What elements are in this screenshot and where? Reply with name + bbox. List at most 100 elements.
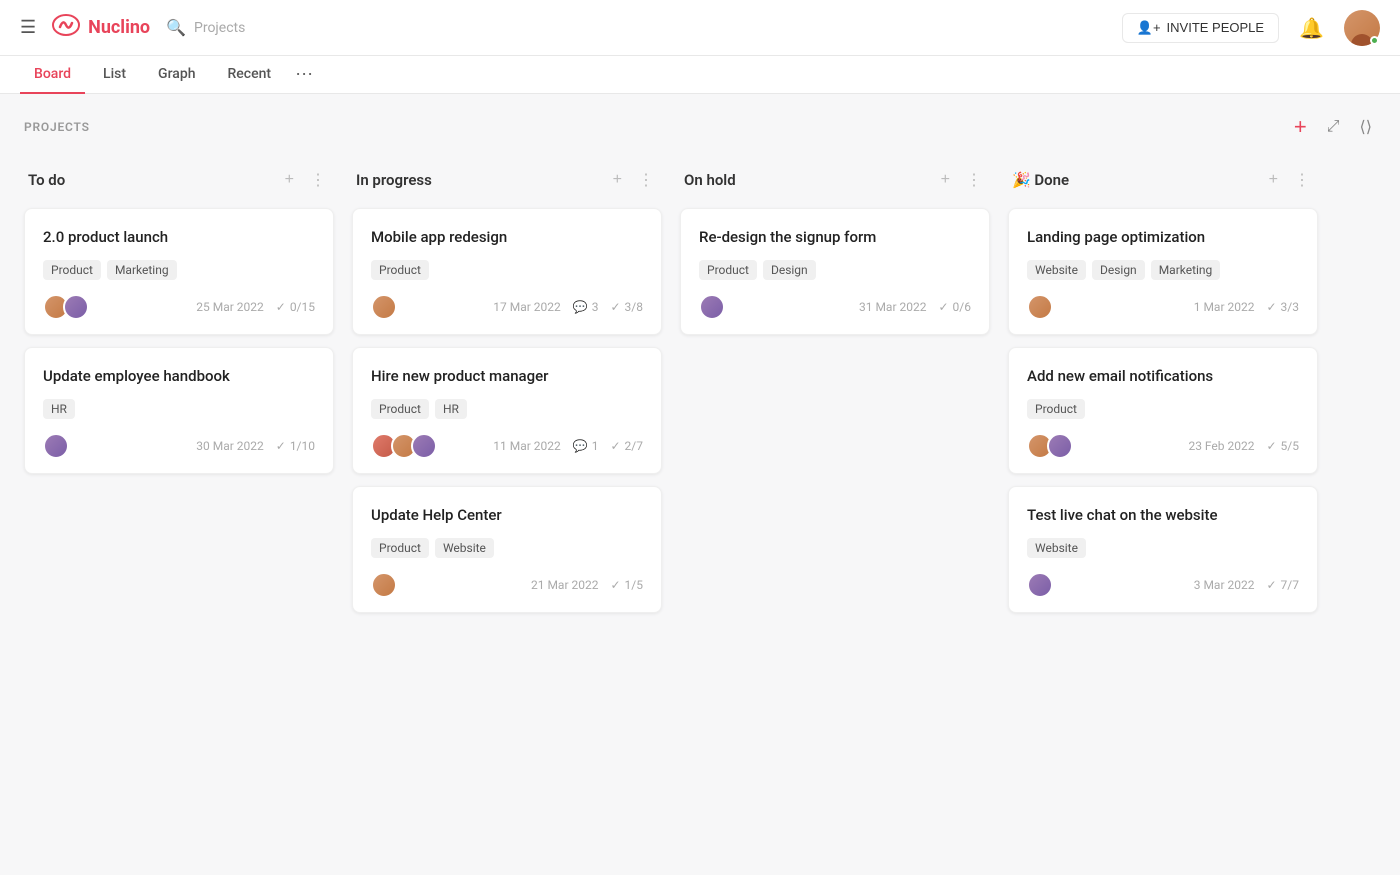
column-actions-todo: + ⋮ bbox=[281, 168, 330, 192]
add-card-todo[interactable]: + bbox=[281, 169, 298, 191]
card-footer: 11 Mar 2022 💬 1 ✓ 2/7 bbox=[371, 433, 643, 459]
more-inprogress[interactable]: ⋮ bbox=[634, 168, 658, 192]
card-email-notifications[interactable]: Add new email notifications Product 23 F… bbox=[1008, 347, 1318, 474]
check-icon: ✓ bbox=[610, 439, 620, 453]
card-tags: Product bbox=[1027, 399, 1299, 419]
invite-button[interactable]: 👤+ INVITE PEOPLE bbox=[1122, 13, 1279, 43]
card-landing-page[interactable]: Landing page optimization Website Design… bbox=[1008, 208, 1318, 335]
card-employee-handbook[interactable]: Update employee handbook HR 30 Mar 2022 … bbox=[24, 347, 334, 474]
board-action-group: + ⤢ ⟨⟩ bbox=[1290, 110, 1376, 144]
card-avatars bbox=[43, 294, 89, 320]
card-footer: 3 Mar 2022 ✓ 7/7 bbox=[1027, 572, 1299, 598]
logo-icon bbox=[52, 11, 80, 45]
tag-product: Product bbox=[371, 538, 429, 558]
card-date: 1 Mar 2022 bbox=[1194, 300, 1255, 314]
invite-label: INVITE PEOPLE bbox=[1167, 20, 1265, 35]
card-date: 21 Mar 2022 bbox=[531, 578, 599, 592]
card-meta: 25 Mar 2022 ✓ 0/15 bbox=[196, 300, 315, 314]
column-header-done: 🎉 Done + ⋮ bbox=[1008, 160, 1318, 200]
logo[interactable]: Nuclino bbox=[52, 11, 150, 45]
avatar bbox=[63, 294, 89, 320]
card-date: 11 Mar 2022 bbox=[493, 439, 561, 453]
card-check: ✓ 0/15 bbox=[276, 300, 315, 314]
board-header: PROJECTS + ⤢ ⟨⟩ bbox=[0, 94, 1400, 152]
tab-list[interactable]: List bbox=[89, 56, 140, 94]
card-mobile-redesign[interactable]: Mobile app redesign Product 17 Mar 2022 … bbox=[352, 208, 662, 335]
online-indicator bbox=[1370, 36, 1379, 45]
column-header-inprogress: In progress + ⋮ bbox=[352, 160, 662, 200]
card-avatars bbox=[1027, 572, 1053, 598]
avatar bbox=[699, 294, 725, 320]
collapse-button[interactable]: ⟨⟩ bbox=[1356, 113, 1376, 141]
tab-more-icon[interactable]: ⋯ bbox=[289, 56, 319, 93]
tab-graph[interactable]: Graph bbox=[144, 56, 209, 94]
tag-website: Website bbox=[435, 538, 494, 558]
card-footer: 1 Mar 2022 ✓ 3/3 bbox=[1027, 294, 1299, 320]
user-avatar-wrap[interactable] bbox=[1344, 10, 1380, 46]
column-onhold: On hold + ⋮ Re-design the signup form Pr… bbox=[680, 160, 990, 347]
expand-button[interactable]: ⤢ bbox=[1323, 114, 1344, 140]
card-title: Test live chat on the website bbox=[1027, 505, 1299, 526]
comment-icon: 💬 bbox=[573, 300, 588, 314]
check-icon: ✓ bbox=[1266, 300, 1276, 314]
card-avatars bbox=[1027, 433, 1073, 459]
card-date: 30 Mar 2022 bbox=[196, 439, 264, 453]
more-todo[interactable]: ⋮ bbox=[306, 168, 330, 192]
add-card-done[interactable]: + bbox=[1265, 169, 1282, 191]
card-hire-pm[interactable]: Hire new product manager Product HR 11 M… bbox=[352, 347, 662, 474]
more-done[interactable]: ⋮ bbox=[1290, 168, 1314, 192]
bell-icon[interactable]: 🔔 bbox=[1299, 16, 1324, 40]
board-columns: To do + ⋮ 2.0 product launch Product Mar… bbox=[0, 152, 1400, 649]
tag-marketing: Marketing bbox=[107, 260, 177, 280]
more-onhold[interactable]: ⋮ bbox=[962, 168, 986, 192]
card-product-launch[interactable]: 2.0 product launch Product Marketing 25 … bbox=[24, 208, 334, 335]
column-title-inprogress: In progress bbox=[356, 171, 432, 189]
card-avatars bbox=[371, 572, 397, 598]
search-text: Projects bbox=[194, 20, 245, 36]
add-card-inprogress[interactable]: + bbox=[609, 169, 626, 191]
avatar bbox=[371, 572, 397, 598]
avatar bbox=[1027, 294, 1053, 320]
card-check: ✓ 0/6 bbox=[938, 300, 971, 314]
column-done: 🎉 Done + ⋮ Landing page optimization Web… bbox=[1008, 160, 1318, 625]
tab-recent[interactable]: Recent bbox=[213, 56, 285, 94]
card-check: ✓ 5/5 bbox=[1266, 439, 1299, 453]
card-title: Update Help Center bbox=[371, 505, 643, 526]
card-date: 31 Mar 2022 bbox=[859, 300, 927, 314]
check-icon: ✓ bbox=[276, 439, 286, 453]
card-tags: Product bbox=[371, 260, 643, 280]
tag-design: Design bbox=[1092, 260, 1145, 280]
tag-hr: HR bbox=[43, 399, 75, 419]
card-tags: HR bbox=[43, 399, 315, 419]
card-footer: 31 Mar 2022 ✓ 0/6 bbox=[699, 294, 971, 320]
add-column-button[interactable]: + bbox=[1290, 110, 1311, 144]
tag-website: Website bbox=[1027, 260, 1086, 280]
card-check: ✓ 7/7 bbox=[1266, 578, 1299, 592]
card-check: ✓ 1/5 bbox=[610, 578, 643, 592]
column-title-done: 🎉 Done bbox=[1012, 171, 1069, 189]
card-signup-form[interactable]: Re-design the signup form Product Design… bbox=[680, 208, 990, 335]
tag-product: Product bbox=[371, 260, 429, 280]
card-avatars bbox=[43, 433, 69, 459]
card-meta: 21 Mar 2022 ✓ 1/5 bbox=[531, 578, 643, 592]
card-avatars bbox=[371, 294, 397, 320]
card-live-chat[interactable]: Test live chat on the website Website 3 … bbox=[1008, 486, 1318, 613]
card-check: ✓ 1/10 bbox=[276, 439, 315, 453]
card-date: 17 Mar 2022 bbox=[493, 300, 561, 314]
person-add-icon: 👤+ bbox=[1137, 20, 1161, 36]
avatar bbox=[1047, 433, 1073, 459]
add-card-onhold[interactable]: + bbox=[937, 169, 954, 191]
card-date: 25 Mar 2022 bbox=[196, 300, 264, 314]
card-footer: 21 Mar 2022 ✓ 1/5 bbox=[371, 572, 643, 598]
card-comment: 💬 3 bbox=[573, 300, 599, 314]
search-bar[interactable]: 🔍 Projects bbox=[166, 18, 245, 37]
card-date: 3 Mar 2022 bbox=[1194, 578, 1255, 592]
column-actions-done: + ⋮ bbox=[1265, 168, 1314, 192]
tab-board[interactable]: Board bbox=[20, 56, 85, 94]
card-help-center[interactable]: Update Help Center Product Website 21 Ma… bbox=[352, 486, 662, 613]
card-comment: 💬 1 bbox=[573, 439, 599, 453]
menu-icon[interactable]: ☰ bbox=[20, 17, 36, 38]
card-meta: 3 Mar 2022 ✓ 7/7 bbox=[1194, 578, 1299, 592]
column-header-onhold: On hold + ⋮ bbox=[680, 160, 990, 200]
tag-product: Product bbox=[699, 260, 757, 280]
